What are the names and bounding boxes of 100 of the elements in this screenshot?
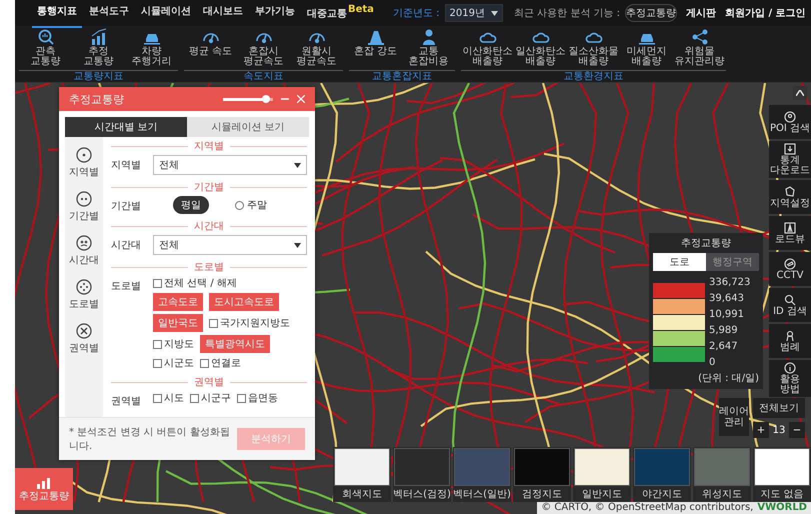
toolbar-button[interactable]: 위험물 유지관리량 <box>673 26 726 70</box>
road-type-checkbox[interactable]: 지방도 <box>153 337 194 351</box>
cone-icon <box>366 28 384 46</box>
region-checkbox[interactable]: 시도 <box>153 391 184 405</box>
map-tool-button[interactable]: 지역설정 <box>769 180 811 214</box>
legend-value: 5,989 <box>709 325 739 337</box>
radio-option[interactable]: 주말 <box>227 196 275 214</box>
vworld-logo: VWORLD <box>757 502 807 514</box>
toolbar-button[interactable]: 질소산화물 배출량 <box>567 26 620 70</box>
basemap-option[interactable]: 회색지도 <box>333 447 391 502</box>
dropdown[interactable]: 전체 <box>153 235 307 255</box>
nav-tab[interactable]: 시뮬레이션 <box>136 0 196 28</box>
opacity-slider[interactable] <box>223 98 273 100</box>
nav-tab[interactable]: 분석도구 <box>84 0 134 28</box>
basemap-option[interactable]: 지도 없음 <box>753 447 811 502</box>
magnifier-icon <box>36 28 54 46</box>
basemap-option[interactable]: 벡터스(검정) <box>393 447 451 502</box>
dot-circle-icon <box>76 147 92 163</box>
region-checkbox[interactable]: 시군구 <box>190 391 231 405</box>
nav-tab[interactable]: 통행지표 <box>32 0 82 28</box>
year-label: 기준년도 : <box>392 7 440 20</box>
group-label: 교통혼잡지표 <box>349 70 455 82</box>
recent-label: 최근 사용한 분석 기능 : <box>514 7 620 20</box>
side-nav-item[interactable]: 시간대 <box>65 235 103 267</box>
road-type-checkbox[interactable]: 시군도 <box>153 356 194 370</box>
side-nav-item[interactable]: 권역별 <box>65 323 103 355</box>
toolbar-button[interactable]: 원활시 평균속도 <box>290 26 343 70</box>
region-checkbox[interactable]: 읍면동 <box>237 391 278 405</box>
network-icon <box>690 28 708 46</box>
road-type-checkbox[interactable]: 국가지원지방도 <box>209 316 290 330</box>
header-link[interactable]: 회원가입 / 로그인 <box>725 6 806 20</box>
map-tool-button[interactable]: 활용 방법 <box>769 360 811 397</box>
bar-chart-icon <box>36 476 52 488</box>
side-nav-item[interactable]: 도로별 <box>65 279 103 311</box>
toolbar-button[interactable]: 관측 교통량 <box>19 26 72 70</box>
view-tab[interactable]: 시뮬레이션 보기 <box>187 117 309 137</box>
nav-tab[interactable]: 부가기능 <box>250 0 300 28</box>
toolbar-button[interactable]: 혼잡 강도 <box>349 26 402 70</box>
map-tool-button[interactable]: POI 검색 <box>769 105 811 139</box>
toolbar-button[interactable]: 차량 주행거리 <box>125 26 178 70</box>
road-type-tag[interactable]: 특별광역시도 <box>200 335 270 353</box>
view-tab[interactable]: 시간대별 보기 <box>65 117 187 137</box>
basemap-option[interactable]: 벡터스(일반) <box>453 447 511 502</box>
nav-tab[interactable]: 대시보드 <box>198 0 248 28</box>
zoom-in-button[interactable]: + <box>753 422 769 438</box>
traffic-volume-button[interactable]: 추정교통량 <box>15 468 73 510</box>
zoom-out-button[interactable]: − <box>789 422 805 438</box>
radio-option[interactable]: 평일 <box>173 196 209 214</box>
toolbar-button[interactable]: 교통 혼잡비용 <box>402 26 455 70</box>
map-tool-button[interactable]: 범례 <box>769 324 811 358</box>
year-dropdown[interactable]: 2019년 <box>444 4 503 22</box>
road-type-tag[interactable]: 고속도로 <box>153 293 203 311</box>
caret-icon <box>294 162 301 168</box>
header-link[interactable]: 게시판 <box>686 6 716 20</box>
field-label: 도로별 <box>111 280 142 293</box>
field-label: 시간대 <box>111 239 142 252</box>
basemap-option[interactable]: 일반지도 <box>573 447 631 502</box>
hint-text: * 분석조건 변경 시 버튼이 활성화됩니다. <box>69 426 231 453</box>
legend-value: 2,647 <box>709 341 739 353</box>
full-view-button[interactable]: 전체보기 <box>753 398 805 418</box>
chevron-up-icon <box>796 90 804 96</box>
map-tool-button[interactable]: 로드뷰 <box>769 216 811 250</box>
legend-tab[interactable]: 도로 <box>653 253 706 271</box>
dots-circle-icon <box>76 191 92 207</box>
section-heading: 기간별 <box>194 181 224 194</box>
section-heading: 권역별 <box>194 376 224 389</box>
basemap-option[interactable]: 야간지도 <box>633 447 691 502</box>
map-tool-button[interactable]: ID 검색 <box>769 288 811 322</box>
road-type-tag[interactable]: 일반국도 <box>153 314 203 332</box>
toolbar-button[interactable]: 미세먼지 배출량 <box>620 26 673 70</box>
layer-button[interactable]: 레이어 관리 <box>719 398 749 436</box>
legend-value: 336,723 <box>709 277 750 289</box>
collapse-button[interactable] <box>793 86 807 100</box>
select-all-checkbox[interactable]: 전체 선택 / 해제 <box>153 276 307 290</box>
toolbar-button[interactable]: 이산화탄소 배출량 <box>461 26 514 70</box>
side-nav-item[interactable]: 지역별 <box>65 147 103 179</box>
toolbar-button[interactable]: 평균 속도 <box>184 26 237 70</box>
panel-title: 추정교통량 <box>69 92 125 106</box>
road-type-checkbox[interactable]: 연결로 <box>200 356 241 370</box>
toolbar-button[interactable]: 추정 교통량 <box>72 26 125 70</box>
road-type-tag[interactable]: 도시고속도로 <box>209 293 279 311</box>
close-icon[interactable] <box>297 95 305 103</box>
map-tool-button[interactable]: CCTV <box>769 252 811 286</box>
legend-value: 10,991 <box>709 309 745 321</box>
legend-value: 39,643 <box>709 293 745 305</box>
basemap-option[interactable]: 검정지도 <box>513 447 571 502</box>
polygon-icon <box>784 186 796 198</box>
bar-chart-icon <box>90 28 108 46</box>
basemap-option[interactable]: 위성지도 <box>693 447 751 502</box>
map-tool-button[interactable]: 통계 다운로드 <box>769 141 811 178</box>
side-nav-item[interactable]: 기간별 <box>65 191 103 223</box>
toolbar-button[interactable]: 혼잡시 평균속도 <box>237 26 290 70</box>
dropdown[interactable]: 전체 <box>153 155 307 175</box>
road-icon <box>784 222 796 234</box>
section-heading: 도로별 <box>194 261 224 274</box>
recent-function-button[interactable]: 추정교통량 <box>625 4 678 22</box>
section-heading: 지역별 <box>194 140 224 153</box>
toolbar-button[interactable]: 일산화탄소 배출량 <box>514 26 567 70</box>
person-icon <box>784 330 796 342</box>
caret-icon <box>294 242 301 248</box>
